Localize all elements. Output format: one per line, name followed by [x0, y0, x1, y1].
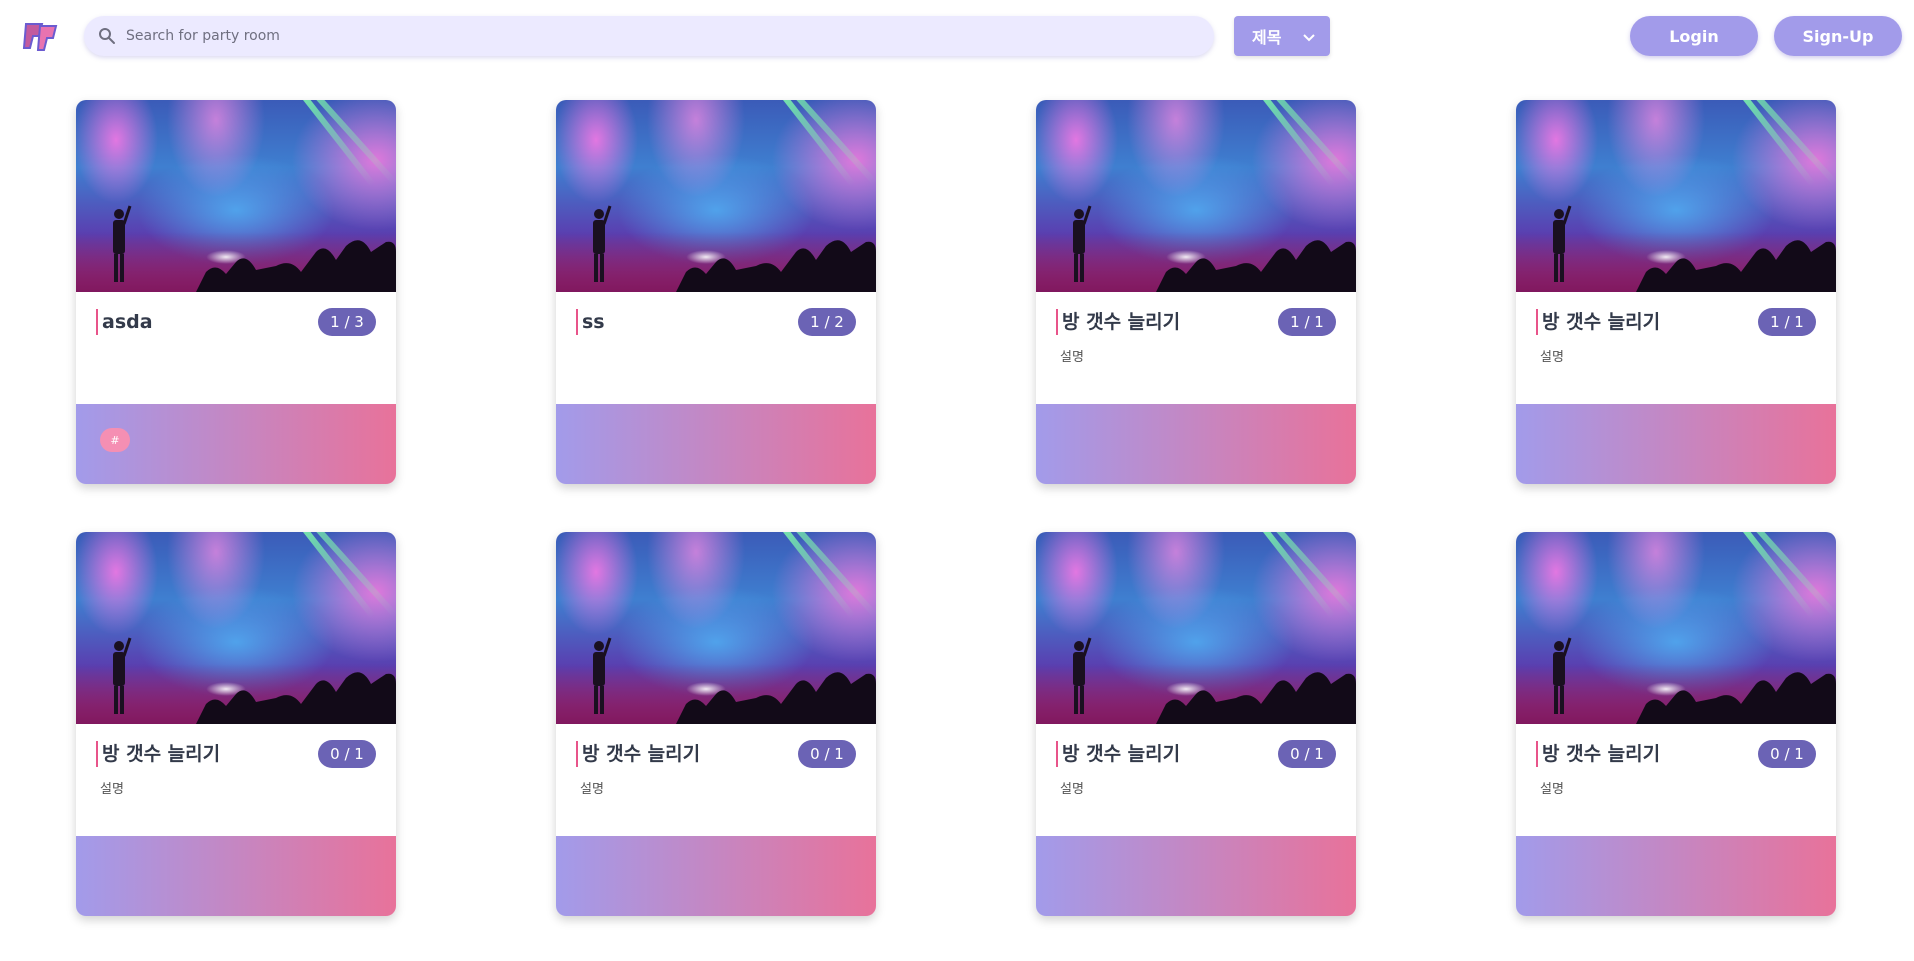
room-member-count-badge: 0 / 1	[318, 740, 376, 768]
room-card-body: 방 갯수 늘리기 0 / 1 설명	[76, 724, 396, 836]
room-thumbnail-image	[556, 100, 876, 292]
room-card[interactable]: asda 1 / 3 #	[76, 100, 396, 484]
room-card[interactable]: ss 1 / 2	[556, 100, 876, 484]
room-card[interactable]: 방 갯수 늘리기 1 / 1 설명	[1516, 100, 1836, 484]
room-member-count-badge: 1 / 3	[318, 308, 376, 336]
room-card-body: 방 갯수 늘리기 1 / 1 설명	[1036, 292, 1356, 404]
room-title: 방 갯수 늘리기	[1536, 309, 1660, 335]
room-card[interactable]: 방 갯수 늘리기 0 / 1 설명	[1516, 532, 1836, 916]
room-description: 설명	[580, 782, 604, 797]
room-card-footer	[1516, 836, 1836, 916]
filter-selected-label: 제목	[1252, 28, 1282, 47]
room-title: 방 갯수 늘리기	[96, 741, 220, 767]
room-description: 설명	[1540, 350, 1564, 365]
room-card-footer	[1036, 836, 1356, 916]
room-card[interactable]: 방 갯수 늘리기 0 / 1 설명	[556, 532, 876, 916]
room-card-footer	[1516, 404, 1836, 484]
room-card-body: 방 갯수 늘리기 0 / 1 설명	[1036, 724, 1356, 836]
room-thumbnail-image	[1036, 100, 1356, 292]
room-title: 방 갯수 늘리기	[1056, 741, 1180, 767]
room-thumbnail-image	[76, 100, 396, 292]
signup-button[interactable]: Sign-Up	[1774, 16, 1902, 56]
room-description: 설명	[100, 782, 124, 797]
room-card-footer	[76, 836, 396, 916]
room-card-grid: asda 1 / 3 # ss 1 / 2 방 갯수 늘리기 1 / 1 설명 …	[76, 100, 1836, 916]
room-card-footer: #	[76, 404, 396, 484]
search-icon	[98, 27, 116, 45]
room-thumbnail-image	[76, 532, 396, 724]
room-member-count-badge: 0 / 1	[1758, 740, 1816, 768]
room-member-count-badge: 1 / 2	[798, 308, 856, 336]
room-card-body: 방 갯수 늘리기 1 / 1 설명	[1516, 292, 1836, 404]
room-card[interactable]: 방 갯수 늘리기 0 / 1 설명	[1036, 532, 1356, 916]
room-title: asda	[96, 309, 153, 335]
party-logo-icon[interactable]	[20, 16, 60, 56]
room-card-body: 방 갯수 늘리기 0 / 1 설명	[1516, 724, 1836, 836]
room-card-body: asda 1 / 3	[76, 292, 396, 404]
chevron-down-icon	[1302, 29, 1316, 43]
room-card[interactable]: 방 갯수 늘리기 1 / 1 설명	[1036, 100, 1356, 484]
room-title: 방 갯수 늘리기	[1536, 741, 1660, 767]
room-thumbnail-image	[556, 532, 876, 724]
room-title: ss	[576, 309, 605, 335]
room-thumbnail-image	[1036, 532, 1356, 724]
room-thumbnail-image	[1516, 100, 1836, 292]
room-member-count-badge: 1 / 1	[1278, 308, 1336, 336]
room-member-count-badge: 1 / 1	[1758, 308, 1816, 336]
search-input[interactable]	[126, 28, 1206, 44]
room-card-footer	[556, 836, 876, 916]
room-card-footer	[1036, 404, 1356, 484]
room-card-body: 방 갯수 늘리기 0 / 1 설명	[556, 724, 876, 836]
room-card-footer	[556, 404, 876, 484]
room-card[interactable]: 방 갯수 늘리기 0 / 1 설명	[76, 532, 396, 916]
room-description: 설명	[1060, 350, 1084, 365]
room-member-count-badge: 0 / 1	[798, 740, 856, 768]
room-title: 방 갯수 늘리기	[1056, 309, 1180, 335]
top-header: 제목 Login Sign-Up	[0, 0, 1914, 72]
room-description: 설명	[1060, 782, 1084, 797]
hashtag-chip[interactable]: #	[100, 428, 130, 452]
search-bar	[84, 16, 1214, 56]
room-title: 방 갯수 늘리기	[576, 741, 700, 767]
room-thumbnail-image	[1516, 532, 1836, 724]
login-button[interactable]: Login	[1630, 16, 1758, 56]
room-description: 설명	[1540, 782, 1564, 797]
room-member-count-badge: 0 / 1	[1278, 740, 1336, 768]
room-card-body: ss 1 / 2	[556, 292, 876, 404]
search-filter-select[interactable]: 제목	[1234, 16, 1330, 56]
